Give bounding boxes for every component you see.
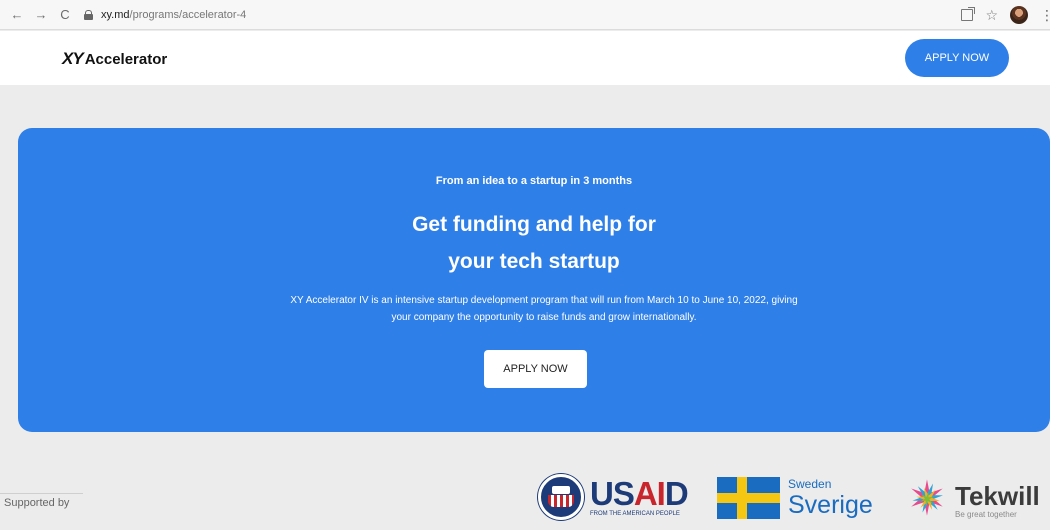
hero-title-line-2: your tech startup (448, 250, 620, 273)
hero-banner: From an idea to a startup in 3 months Ge… (18, 128, 1050, 432)
browser-toolbar: ← → C xy.md/programs/accelerator-4 ☆ ⋮ (0, 0, 1050, 30)
hero-title: Get funding and help for your tech start… (18, 206, 1050, 280)
sweden-label: Sweden (788, 477, 832, 491)
usaid-word-d: D (664, 474, 689, 512)
reload-icon[interactable]: C (56, 6, 74, 24)
share-icon[interactable] (961, 7, 976, 21)
sweden-wordmark: Sweden Sverige (788, 477, 873, 519)
usaid-word: USAID (590, 474, 689, 512)
hero-title-line-1: Get funding and help for (412, 213, 656, 236)
hero-kicker: From an idea to a startup in 3 months (435, 175, 633, 187)
hero-description: XY Accelerator IV is an intensive startu… (290, 295, 798, 323)
menu-icon[interactable]: ⋮ (1040, 7, 1050, 24)
sweden-logo[interactable]: Sweden Sverige (717, 477, 873, 519)
header-apply-now-button[interactable]: APPLY NOW (905, 39, 1009, 77)
logo-mark: XY (62, 49, 84, 68)
tekwill-star-icon: ✶ ✶ ✶ ✶ (903, 472, 951, 527)
tekwill-logo[interactable]: ✶ ✶ ✶ ✶ Tekwill Be great together (903, 472, 1040, 527)
tekwill-word: Tekwill (955, 480, 1040, 511)
usaid-logo[interactable]: USAID FROM THE AMERICAN PEOPLE (538, 470, 689, 524)
tekwill-wordmark: Tekwill Be great together (955, 482, 1040, 519)
lock-icon[interactable] (84, 9, 93, 20)
tekwill-tagline: Be great together (955, 509, 1017, 519)
usaid-seal-icon (538, 474, 584, 520)
hero-apply-now-button[interactable]: APPLY NOW (484, 350, 587, 388)
profile-avatar[interactable] (1010, 6, 1028, 24)
sverige-label: Sverige (788, 491, 873, 519)
usaid-tagline: FROM THE AMERICAN PEOPLE (590, 510, 680, 517)
logo-text: Accelerator (84, 51, 168, 68)
address-bar[interactable]: xy.md/programs/accelerator-4 (84, 4, 984, 26)
supported-divider (0, 493, 83, 494)
bookmark-star-icon[interactable]: ☆ (985, 7, 998, 24)
site-header: XY Accelerator APPLY NOW (0, 31, 1050, 86)
back-icon[interactable]: ← (8, 6, 26, 24)
site-logo[interactable]: XY Accelerator (62, 49, 167, 69)
usaid-word-ai: AI (633, 474, 666, 512)
url-path: /programs/accelerator-4 (129, 8, 247, 21)
url-host: xy.md (101, 8, 130, 21)
swedish-flag-icon (717, 477, 780, 519)
usaid-word-us: US (590, 474, 635, 512)
forward-icon[interactable]: → (32, 6, 50, 24)
supported-by-label: Supported by (4, 497, 70, 509)
browser-actions: ☆ ⋮ (961, 0, 1050, 30)
usaid-wordmark: USAID FROM THE AMERICAN PEOPLE (590, 474, 689, 517)
